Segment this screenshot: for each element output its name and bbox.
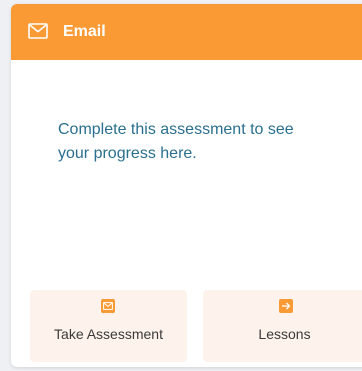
take-assessment-label: Take Assessment: [54, 326, 163, 342]
take-assessment-button[interactable]: Take Assessment: [30, 290, 187, 362]
envelope-icon: [101, 299, 115, 313]
card-title: Email: [63, 23, 106, 40]
lessons-button[interactable]: Lessons: [203, 290, 362, 362]
envelope-icon: [28, 23, 48, 39]
email-card: Email Complete this assessment to see yo…: [11, 4, 362, 367]
lessons-label: Lessons: [258, 326, 311, 342]
card-header: Email: [11, 4, 362, 60]
arrow-right-icon: [279, 299, 293, 313]
progress-message: Complete this assessment to see your pro…: [58, 121, 294, 162]
